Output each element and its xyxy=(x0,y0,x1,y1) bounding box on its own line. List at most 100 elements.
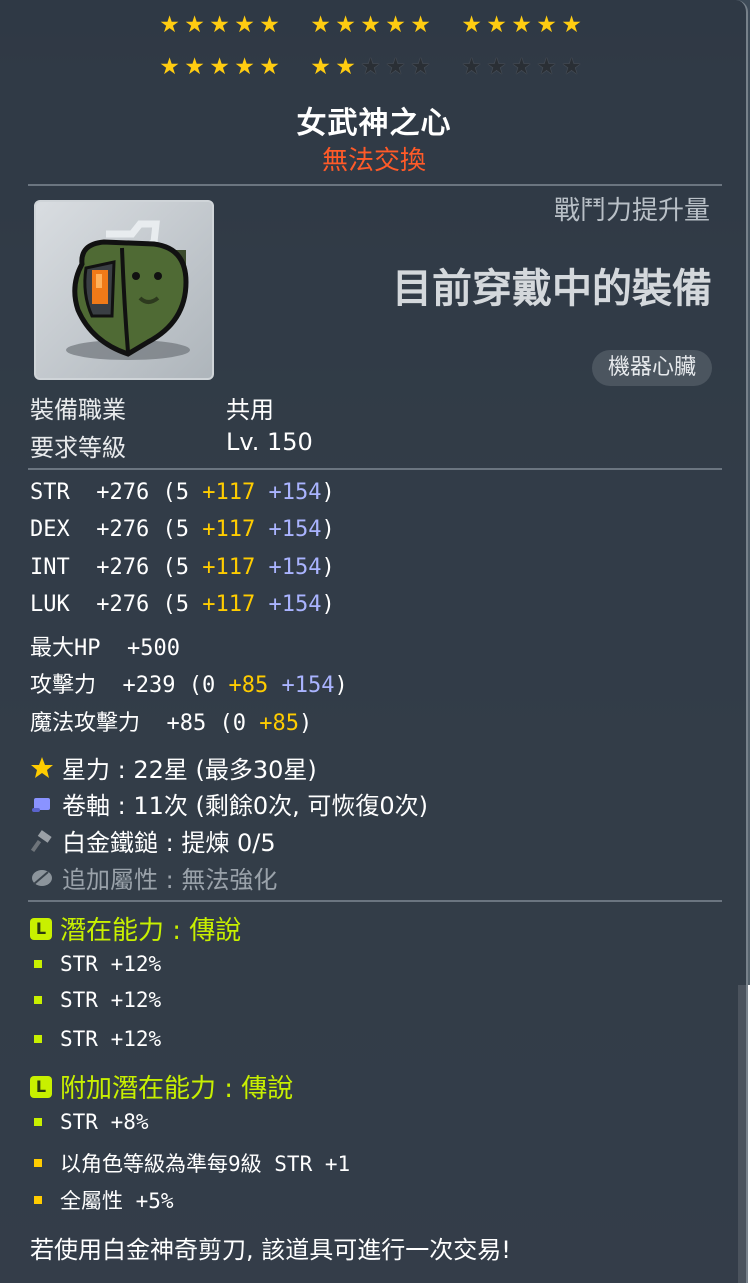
stat-base: +239 (0 xyxy=(122,673,216,698)
stat-max-hp: 最大HP +500 xyxy=(30,630,180,662)
star-icon: ★ xyxy=(310,54,331,80)
stat-starforce: +154 xyxy=(268,517,322,542)
star-group: ★ ★ ★ ★ ★ xyxy=(157,10,282,40)
potential-text: STR +12% xyxy=(60,1027,162,1051)
stat-close: ) xyxy=(321,592,335,617)
item-icon-frame xyxy=(34,200,214,380)
additional-potential-line: 全屬性 +5% xyxy=(34,1185,174,1215)
star-force-row-2: ★ ★ ★ ★ ★ ★ ★ ★ ★ ★ ★ ★ ★ ★ ★ xyxy=(0,52,748,82)
mechanical-heart-icon xyxy=(66,220,190,360)
stat-name: STR xyxy=(30,480,70,505)
stat-enhance: +85 xyxy=(259,711,299,736)
empty-star-icon: ★ xyxy=(536,54,557,80)
starforce-line: 星力 : 22星 (最多30星) xyxy=(30,750,317,785)
potential-line: STR +12% xyxy=(34,1027,161,1051)
stat-base: +276 (5 xyxy=(96,480,189,505)
stat-enhance: +117 xyxy=(202,517,256,542)
potential-tier: 潛在能力 : 傳說 xyxy=(60,916,242,946)
stat-str: STR +276 (5 +117 +154) xyxy=(30,480,335,505)
divider xyxy=(28,184,722,186)
potential-line: STR +12% xyxy=(34,952,161,976)
star-icon: ★ xyxy=(486,12,507,38)
stat-close: ) xyxy=(321,480,335,505)
empty-star-icon: ★ xyxy=(461,54,482,80)
combat-power-label: 戰鬥力提升量 xyxy=(553,196,710,226)
hammer-line: 白金鐵鎚 : 提煉 0/5 xyxy=(30,823,276,858)
additional-potential-title: L 附加潛在能力 : 傳說 xyxy=(30,1068,293,1105)
star-icon: ★ xyxy=(461,12,482,38)
star-group: ★ ★ ★ ★ ★ xyxy=(308,10,433,40)
stat-enhance: +117 xyxy=(202,480,256,505)
star-icon: ★ xyxy=(234,54,255,80)
star-icon: ★ xyxy=(209,12,230,38)
stat-close: ) xyxy=(334,673,348,698)
trade-note: 若使用白金神奇剪刀, 該道具可進行一次交易! xyxy=(30,1236,511,1264)
star-group: ★ ★ ★ ★ ★ xyxy=(308,52,433,82)
star-icon: ★ xyxy=(385,12,406,38)
star-icon: ★ xyxy=(410,12,431,38)
trade-status: 無法交換 xyxy=(321,146,426,176)
stat-int: INT +276 (5 +117 +154) xyxy=(30,555,335,580)
stat-name: LUK xyxy=(30,592,70,617)
star-group: ★ ★ ★ ★ ★ xyxy=(157,52,282,82)
bullet-icon xyxy=(34,996,42,1004)
legendary-badge-icon: L xyxy=(30,917,52,940)
potential-text: STR +12% xyxy=(60,952,162,976)
bonus-stat-text: 追加屬性 : 無法強化 xyxy=(62,866,278,894)
star-icon: ★ xyxy=(159,54,180,80)
empty-star-icon: ★ xyxy=(360,54,381,80)
divider xyxy=(28,900,722,902)
star-force-row-1: ★ ★ ★ ★ ★ ★ ★ ★ ★ ★ ★ ★ ★ ★ ★ xyxy=(0,10,748,40)
level-label: 要求等級 xyxy=(30,434,126,462)
star-group: ★ ★ ★ ★ ★ xyxy=(459,52,584,82)
stat-name: INT xyxy=(30,555,70,580)
star-icon: ★ xyxy=(335,54,356,80)
additional-potential-tier: 附加潛在能力 : 傳說 xyxy=(60,1074,294,1104)
leaf-icon xyxy=(32,869,52,886)
stat-name: 魔法攻擊力 xyxy=(30,711,141,736)
additional-potential-text: 以角色等級為準每9級 STR +1 xyxy=(60,1152,351,1176)
star-icon: ★ xyxy=(184,12,205,38)
starforce-text: 星力 : 22星 (最多30星) xyxy=(62,756,317,784)
stat-magic-attack: 魔法攻擊力 +85 (0 +85) xyxy=(30,705,312,737)
empty-star-icon: ★ xyxy=(410,54,431,80)
job-label: 裝備職業 xyxy=(30,396,126,424)
stat-base: +500 xyxy=(127,636,180,661)
item-tooltip: ★ ★ ★ ★ ★ ★ ★ ★ ★ ★ ★ ★ ★ ★ ★ ★ ★ ★ ★ ★ ★ ★ ★ ★ ★ ★ ★ ★ ★ ★ 女武神之… xyxy=(0,0,748,1283)
level-value: Lv. 150 xyxy=(226,428,313,456)
bullet-icon xyxy=(34,1035,42,1043)
hammer-icon xyxy=(30,829,52,852)
item-name: 女武神之心 xyxy=(296,106,452,141)
stat-luk: LUK +276 (5 +117 +154) xyxy=(30,592,335,617)
scroll-text: 卷軸 : 11次 (剩餘0次, 可恢復0次) xyxy=(62,792,429,820)
bullet-icon xyxy=(34,1196,42,1204)
stat-name: DEX xyxy=(30,517,70,542)
stat-dex: DEX +276 (5 +117 +154) xyxy=(30,517,335,542)
job-value: 共用 xyxy=(226,396,274,424)
stat-starforce: +154 xyxy=(268,480,322,505)
star-icon: ★ xyxy=(234,12,255,38)
stat-close: ) xyxy=(321,517,335,542)
potential-text: STR +12% xyxy=(60,988,162,1012)
stat-base: +85 (0 xyxy=(166,711,246,736)
stat-enhance: +117 xyxy=(202,555,256,580)
stat-enhance: +117 xyxy=(202,592,256,617)
legendary-badge-icon: L xyxy=(30,1075,52,1098)
potential-title: L 潛在能力 : 傳說 xyxy=(30,910,241,947)
bullet-icon xyxy=(34,960,42,968)
potential-line: STR +12% xyxy=(34,988,161,1012)
star-icon: ★ xyxy=(159,12,180,38)
stat-starforce: +154 xyxy=(268,592,322,617)
star-icon: ★ xyxy=(561,12,582,38)
star-icon: ★ xyxy=(209,54,230,80)
empty-star-icon: ★ xyxy=(511,54,532,80)
star-group: ★ ★ ★ ★ ★ xyxy=(459,10,584,40)
stat-base: +276 (5 xyxy=(96,592,189,617)
item-category-badge: 機器心臟 xyxy=(591,350,712,386)
combat-power-status: 目前穿戴中的裝備 xyxy=(392,266,712,312)
stat-name: 攻擊力 xyxy=(30,673,97,698)
stat-close: ) xyxy=(321,555,335,580)
star-icon: ★ xyxy=(184,54,205,80)
bullet-icon xyxy=(34,1159,42,1167)
stat-name: 最大HP xyxy=(30,636,101,661)
